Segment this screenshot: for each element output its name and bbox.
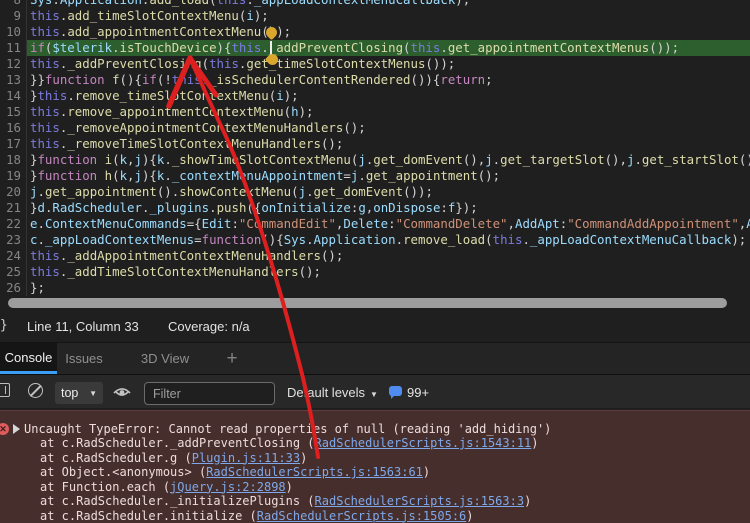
line-number[interactable]: 12 bbox=[0, 56, 27, 72]
console-messages: ✕ Uncaught TypeError: Cannot read proper… bbox=[0, 408, 750, 523]
stack-frame: at Function.each (jQuery.js:2:2898) bbox=[40, 479, 293, 494]
line-number[interactable]: 25 bbox=[0, 264, 27, 280]
code-line-24[interactable]: 24 this._addAppointmentContextMenuHandler… bbox=[0, 248, 750, 264]
stack-frame: at c.RadScheduler.initialize (RadSchedul… bbox=[40, 508, 474, 523]
line-number[interactable]: 21 bbox=[0, 200, 27, 216]
code-text: }this.remove_timeSlotContextMenu(i); bbox=[30, 88, 299, 103]
source-location-link[interactable]: Plugin.js:11:33 bbox=[192, 451, 300, 465]
code-line-10[interactable]: 10this.add_appointmentContextMenu(h); bbox=[0, 24, 750, 40]
cursor-position-label: Line 11, Column 33 bbox=[27, 319, 139, 334]
code-line-23[interactable]: 23 c._appLoadContextMenus=function(){Sys.… bbox=[0, 232, 750, 248]
code-text: }}function f(){if(!this._isSchedulerCont… bbox=[30, 72, 493, 87]
filter-input[interactable] bbox=[144, 382, 275, 405]
code-line-11[interactable]: 11 if($telerik.isTouchDevice){this._addPr… bbox=[0, 40, 750, 56]
code-text: this._removeTimeSlotContextMenuHandlers(… bbox=[30, 136, 344, 151]
line-number[interactable]: 20 bbox=[0, 184, 27, 200]
code-text: this._addPreventClosing(this.get_timeSlo… bbox=[30, 56, 456, 71]
code-text: }function i(k,j){k._showTimeSlotContextM… bbox=[30, 152, 750, 167]
chevron-down-icon: ▼ bbox=[370, 390, 378, 399]
error-icon: ✕ bbox=[0, 423, 9, 435]
clear-console-icon[interactable] bbox=[28, 383, 43, 398]
line-number[interactable]: 15 bbox=[0, 104, 27, 120]
tab-3d-view[interactable]: 3D View bbox=[134, 343, 196, 374]
code-line-15[interactable]: 15 this.remove_appointmentContextMenu(h); bbox=[0, 104, 750, 120]
editor-status-bar: {} Line 11, Column 33 Coverage: n/a bbox=[0, 310, 750, 342]
scrollbar-thumb[interactable] bbox=[8, 298, 727, 308]
code-line-14[interactable]: 14}this.remove_timeSlotContextMenu(i); bbox=[0, 88, 750, 104]
line-number[interactable]: 18 bbox=[0, 152, 27, 168]
line-number[interactable]: 24 bbox=[0, 248, 27, 264]
error-message-text: Uncaught TypeError: Cannot read properti… bbox=[24, 422, 552, 436]
code-line-20[interactable]: 20 j.get_appointment().showContextMenu(j.… bbox=[0, 184, 750, 200]
code-line-18[interactable]: 18}function i(k,j){k._showTimeSlotContex… bbox=[0, 152, 750, 168]
line-number[interactable]: 11 bbox=[0, 40, 27, 56]
console-toolbar: top ▼ Default levels ▼ 99+ bbox=[0, 374, 750, 408]
line-number[interactable]: 23 bbox=[0, 232, 27, 248]
live-expression-eye-icon[interactable] bbox=[112, 382, 132, 402]
source-location-link[interactable]: RadSchedulerScripts.js:1563:3 bbox=[315, 494, 525, 508]
line-number[interactable]: 26 bbox=[0, 280, 27, 296]
horizontal-scrollbar[interactable] bbox=[0, 296, 750, 310]
code-text: this._removeAppointmentContextMenuHandle… bbox=[30, 120, 366, 135]
code-text: this._addTimeSlotContextMenuHandlers(); bbox=[30, 264, 321, 279]
line-number[interactable]: 19 bbox=[0, 168, 27, 184]
code-line-8[interactable]: 8Sys.Application.add_load(this._appLoadC… bbox=[0, 0, 750, 8]
new-tab-button[interactable]: + bbox=[214, 343, 250, 374]
code-line-13[interactable]: 13}}function f(){if(!this._isSchedulerCo… bbox=[0, 72, 750, 88]
code-text: if($telerik.isTouchDevice){this._addPrev… bbox=[27, 40, 750, 56]
log-levels-dropdown[interactable]: Default levels ▼ bbox=[287, 385, 378, 400]
message-count-badge: 99+ bbox=[407, 385, 430, 400]
source-location-link[interactable]: jQuery.js:2:2898 bbox=[170, 480, 286, 494]
source-location-link[interactable]: RadSchedulerScripts.js:1543:11 bbox=[315, 436, 532, 450]
source-editor[interactable]: 8Sys.Application.add_load(this._appLoadC… bbox=[0, 0, 750, 296]
code-text: }d.RadScheduler._plugins.push({onInitial… bbox=[30, 200, 478, 215]
line-number[interactable]: 9 bbox=[0, 8, 27, 24]
console-sidebar-icon[interactable] bbox=[0, 383, 10, 397]
stack-frame: at c.RadScheduler.g (Plugin.js:11:33) bbox=[40, 450, 308, 465]
line-number[interactable]: 14 bbox=[0, 88, 27, 104]
code-text: j.get_appointment().showContextMenu(j.ge… bbox=[30, 184, 433, 199]
javascript-context-dropdown[interactable]: top ▼ bbox=[55, 382, 103, 404]
line-number[interactable]: 10 bbox=[0, 24, 27, 40]
code-line-26[interactable]: 26}; bbox=[0, 280, 750, 296]
code-line-21[interactable]: 21}d.RadScheduler._plugins.push({onIniti… bbox=[0, 200, 750, 216]
code-line-19[interactable]: 19}function h(k,j){k._contextMenuAppoint… bbox=[0, 168, 750, 184]
stack-frame: at Object.<anonymous> (RadSchedulerScrip… bbox=[40, 465, 431, 479]
code-text: c._appLoadContextMenus=function(){Sys.Ap… bbox=[30, 232, 747, 247]
line-number[interactable]: 17 bbox=[0, 136, 27, 152]
format-code-button[interactable]: {} bbox=[0, 318, 8, 333]
code-line-25[interactable]: 25 this._addTimeSlotContextMenuHandlers()… bbox=[0, 264, 750, 280]
code-text: this.add_timeSlotContextMenu(i); bbox=[30, 8, 269, 23]
code-line-17[interactable]: 17 this._removeTimeSlotContextMenuHandler… bbox=[0, 136, 750, 152]
chevron-down-icon: ▼ bbox=[89, 388, 97, 398]
line-number[interactable]: 16 bbox=[0, 120, 27, 136]
code-text: }function h(k,j){k._contextMenuAppointme… bbox=[30, 168, 501, 183]
levels-label: Default levels bbox=[287, 385, 366, 400]
code-line-22[interactable]: 22 e.ContextMenuCommands={Edit:"CommandEd… bbox=[0, 216, 750, 232]
source-location-link[interactable]: RadSchedulerScripts.js:1505:6 bbox=[257, 509, 467, 523]
messages-bubble-icon[interactable] bbox=[389, 386, 402, 399]
tab-console[interactable]: Console bbox=[0, 343, 57, 374]
coverage-label: Coverage: n/a bbox=[168, 319, 250, 334]
error-message-block: ✕ Uncaught TypeError: Cannot read proper… bbox=[0, 410, 750, 523]
console-tab-bar: Console Issues 3D View + bbox=[0, 342, 750, 374]
code-text: this.add_appointmentContextMenu(h); bbox=[30, 24, 292, 39]
devtools-window: 8Sys.Application.add_load(this._appLoadC… bbox=[0, 0, 750, 523]
source-location-link[interactable]: RadSchedulerScripts.js:1563:61 bbox=[206, 465, 423, 479]
code-text: Sys.Application.add_load(this._appLoadCo… bbox=[27, 0, 750, 8]
code-line-9[interactable]: 9 this.add_timeSlotContextMenu(i); bbox=[0, 8, 750, 24]
code-text: e.ContextMenuCommands={Edit:"CommandEdit… bbox=[30, 216, 750, 231]
code-line-12[interactable]: 12 this._addPreventClosing(this.get_timeS… bbox=[0, 56, 750, 72]
context-label: top bbox=[61, 386, 79, 400]
code-text: }; bbox=[30, 280, 45, 295]
line-number[interactable]: 13 bbox=[0, 72, 27, 88]
code-line-16[interactable]: 16 this._removeAppointmentContextMenuHand… bbox=[0, 120, 750, 136]
tab-issues[interactable]: Issues bbox=[60, 343, 108, 374]
line-number[interactable]: 8 bbox=[0, 0, 27, 8]
stack-frame: at c.RadScheduler._initializePlugins (Ra… bbox=[40, 494, 532, 508]
line-number[interactable]: 22 bbox=[0, 216, 27, 232]
code-text: this.remove_appointmentContextMenu(h); bbox=[30, 104, 314, 119]
stack-frame: at c.RadScheduler._addPreventClosing (Ra… bbox=[40, 436, 539, 450]
code-text: this._addAppointmentContextMenuHandlers(… bbox=[30, 248, 344, 263]
